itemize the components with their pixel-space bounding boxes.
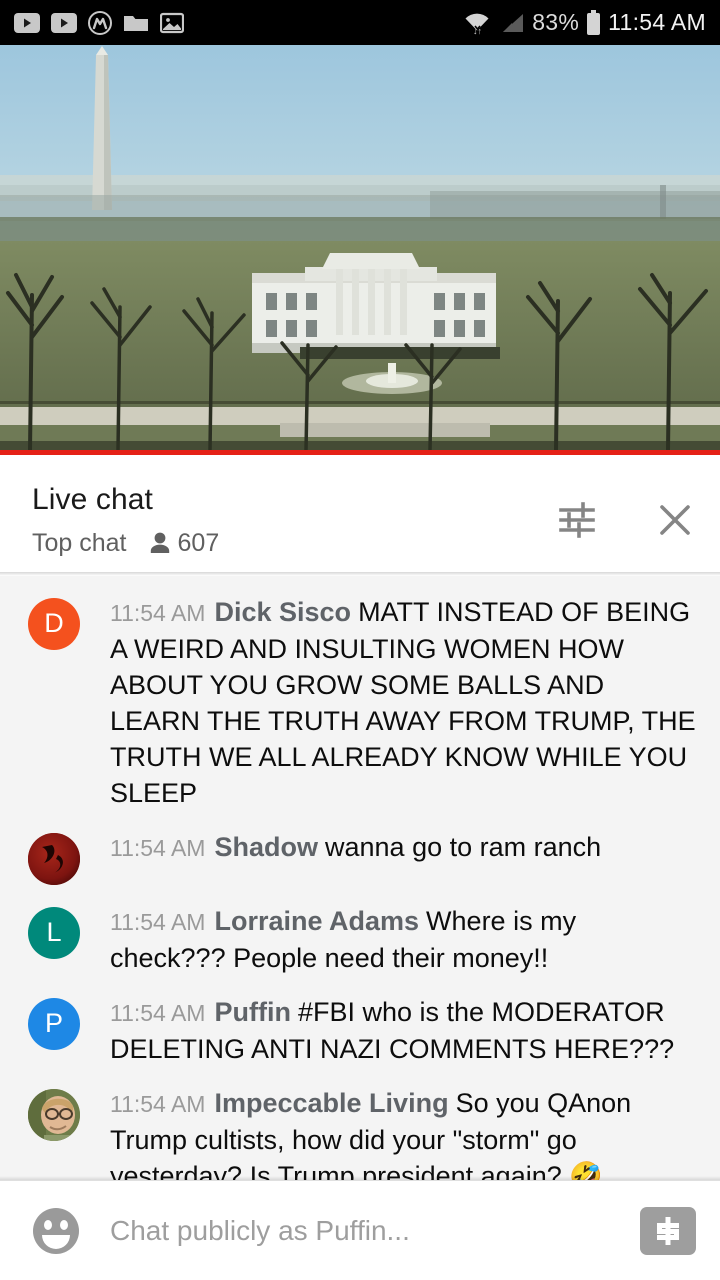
- chat-input-bar: [0, 1181, 720, 1280]
- message-timestamp: 11:54 AM: [110, 1091, 206, 1117]
- avatar-photo: [28, 1089, 80, 1141]
- wifi-icon: ↓↑: [465, 13, 489, 35]
- avatar[interactable]: L: [28, 907, 80, 959]
- chat-message-body: 11:54 AM Impeccable Living So you QAnon Tr…: [110, 1085, 696, 1180]
- avatar-letter: P: [44, 1007, 63, 1038]
- battery-percent: 83%: [532, 9, 580, 35]
- message-timestamp: 11:54 AM: [110, 1000, 206, 1026]
- messenger-icon: [88, 10, 112, 35]
- video-player[interactable]: [0, 45, 720, 450]
- avatar[interactable]: D: [28, 598, 80, 650]
- chat-message[interactable]: P 11:54 AM Puffin #FBI who is the MODERATO…: [0, 986, 720, 1077]
- message-author[interactable]: Shadow: [214, 832, 318, 862]
- message-text: wanna go to ram ranch: [325, 832, 602, 862]
- message-author[interactable]: Dick Sisco: [214, 597, 351, 627]
- chat-input[interactable]: [110, 1214, 626, 1247]
- avatar-photo: [28, 833, 80, 885]
- live-chat-header: Live chat Top chat 607: [0, 455, 720, 572]
- page-title: Live chat: [32, 483, 153, 516]
- viewer-count-group: 607: [149, 528, 220, 558]
- status-bar: ↓↑ 83% 11:54 AM: [0, 0, 720, 45]
- dollar-sign-icon: [657, 1216, 679, 1245]
- status-bar-clock: 11:54 AM: [608, 9, 706, 35]
- message-author[interactable]: Impeccable Living: [214, 1088, 448, 1118]
- close-chat-button[interactable]: [652, 497, 698, 543]
- app-screen: ↓↑ 83% 11:54 AM Live chat Top chat 607 D…: [0, 0, 720, 1280]
- avatar[interactable]: [28, 1089, 80, 1141]
- chat-message-body: 11:54 AM Lorraine Adams Where is my check?…: [110, 903, 696, 976]
- message-author[interactable]: Puffin: [214, 997, 290, 1027]
- photo-icon: [160, 12, 184, 33]
- chat-message-list[interactable]: D 11:54 AM Dick Sisco MATT INSTEAD OF BEIN…: [0, 576, 720, 1180]
- message-timestamp: 11:54 AM: [110, 600, 206, 626]
- avatar[interactable]: P: [28, 998, 80, 1050]
- cell-signal-icon: [503, 13, 524, 32]
- chat-mode-label[interactable]: Top chat: [32, 528, 127, 558]
- status-bar-notification-icons: [14, 10, 184, 35]
- youtube-icon: [51, 12, 77, 33]
- status-bar-system-icons: ↓↑ 83% 11:54 AM: [462, 9, 706, 36]
- svg-text:↓↑: ↓↑: [473, 26, 482, 35]
- folder-icon: [124, 16, 148, 31]
- chat-message[interactable]: 11:54 AM Shadow wanna go to ram ranch: [0, 821, 720, 895]
- chat-message-body: 11:54 AM Dick Sisco MATT INSTEAD OF BEING …: [110, 594, 696, 811]
- viewer-count: 607: [177, 529, 220, 557]
- chat-message-body: 11:54 AM Shadow wanna go to ram ranch: [110, 829, 696, 866]
- chat-message[interactable]: L 11:54 AM Lorraine Adams Where is my chec…: [0, 895, 720, 986]
- message-timestamp: 11:54 AM: [110, 909, 206, 935]
- chat-message-body: 11:54 AM Puffin #FBI who is the MODERATOR …: [110, 994, 696, 1067]
- person-icon: [150, 532, 169, 553]
- avatar-letter: L: [46, 916, 62, 947]
- youtube-icon: [14, 12, 40, 33]
- chat-header-titles: Live chat Top chat 607: [32, 481, 219, 558]
- super-chat-button[interactable]: [640, 1206, 696, 1255]
- message-timestamp: 11:54 AM: [110, 835, 206, 861]
- avatar[interactable]: [28, 833, 80, 885]
- chat-header-subtitle: Top chat 607: [32, 528, 219, 558]
- chat-message[interactable]: 11:54 AM Impeccable Living So you QAnon Tr…: [0, 1077, 720, 1180]
- emoji-picker-button[interactable]: [30, 1205, 82, 1257]
- white-house-scene: [0, 45, 720, 450]
- chat-header-actions: [554, 481, 698, 543]
- message-text: MATT INSTEAD OF BEING A WEIRD AND INSULT…: [110, 597, 696, 808]
- avatar-letter: D: [44, 607, 64, 638]
- chat-message[interactable]: D 11:54 AM Dick Sisco MATT INSTEAD OF BEIN…: [0, 586, 720, 821]
- tune-icon: [559, 502, 595, 538]
- message-author[interactable]: Lorraine Adams: [214, 906, 419, 936]
- chat-settings-button[interactable]: [554, 497, 600, 543]
- close-icon: [660, 505, 690, 535]
- emoji-smiley-icon: [33, 1207, 79, 1254]
- battery-icon: [587, 9, 601, 35]
